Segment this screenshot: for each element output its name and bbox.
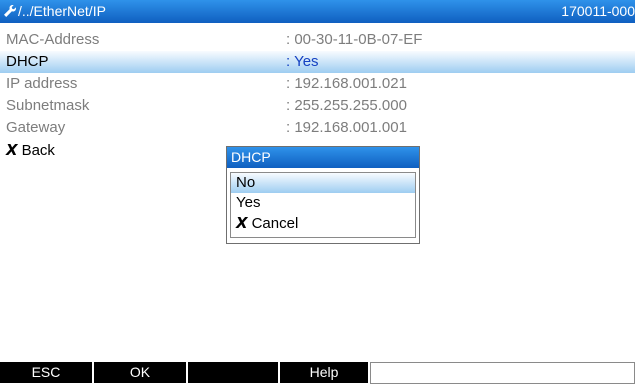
option-cancel[interactable]: X Cancel (231, 213, 415, 233)
wrench-icon (4, 5, 16, 17)
option-no[interactable]: No (231, 173, 415, 193)
softkey-help[interactable]: Help (280, 362, 368, 383)
row-ip-address[interactable]: IP address : 192.168.001.021 (0, 73, 635, 95)
dialog-options: No Yes X Cancel (230, 172, 416, 238)
row-value: : 00-30-11-0B-07-EF (286, 31, 423, 48)
row-value: : Yes (286, 53, 319, 70)
breadcrumb-path: /../EtherNet/IP (18, 3, 106, 19)
row-label: DHCP (6, 53, 49, 70)
softkey-bar: ESC OK Help (0, 362, 635, 384)
back-label: Back (21, 142, 55, 159)
back-x-icon: X (6, 141, 18, 159)
row-mac-address[interactable]: MAC-Address : 00-30-11-0B-07-EF (0, 29, 635, 51)
softkey-blank-area (370, 362, 635, 384)
cancel-x-icon: X (236, 214, 248, 232)
row-gateway[interactable]: Gateway : 192.168.001.001 (0, 117, 635, 139)
option-yes[interactable]: Yes (231, 193, 415, 213)
softkey-empty[interactable] (188, 362, 278, 383)
softkey-esc[interactable]: ESC (0, 362, 92, 383)
row-label: Gateway (6, 119, 66, 136)
back-item[interactable]: X Back (6, 141, 55, 160)
row-dhcp[interactable]: DHCP : Yes (0, 51, 635, 73)
dhcp-dialog: DHCP No Yes X Cancel (226, 146, 420, 244)
row-value: : 192.168.001.001 (286, 119, 407, 136)
softkey-ok[interactable]: OK (94, 362, 186, 383)
device-serial: 170011-000 (561, 3, 635, 19)
cancel-label: Cancel (251, 215, 299, 232)
row-label: Subnetmask (6, 97, 90, 114)
title-bar: /../EtherNet/IP 170011-000 (0, 0, 635, 23)
row-label: IP address (6, 75, 78, 92)
dialog-title: DHCP (227, 147, 419, 168)
row-subnetmask[interactable]: Subnetmask : 255.255.255.000 (0, 95, 635, 117)
row-value: : 255.255.255.000 (286, 97, 407, 114)
row-value: : 192.168.001.021 (286, 75, 407, 92)
row-label: MAC-Address (6, 31, 100, 48)
